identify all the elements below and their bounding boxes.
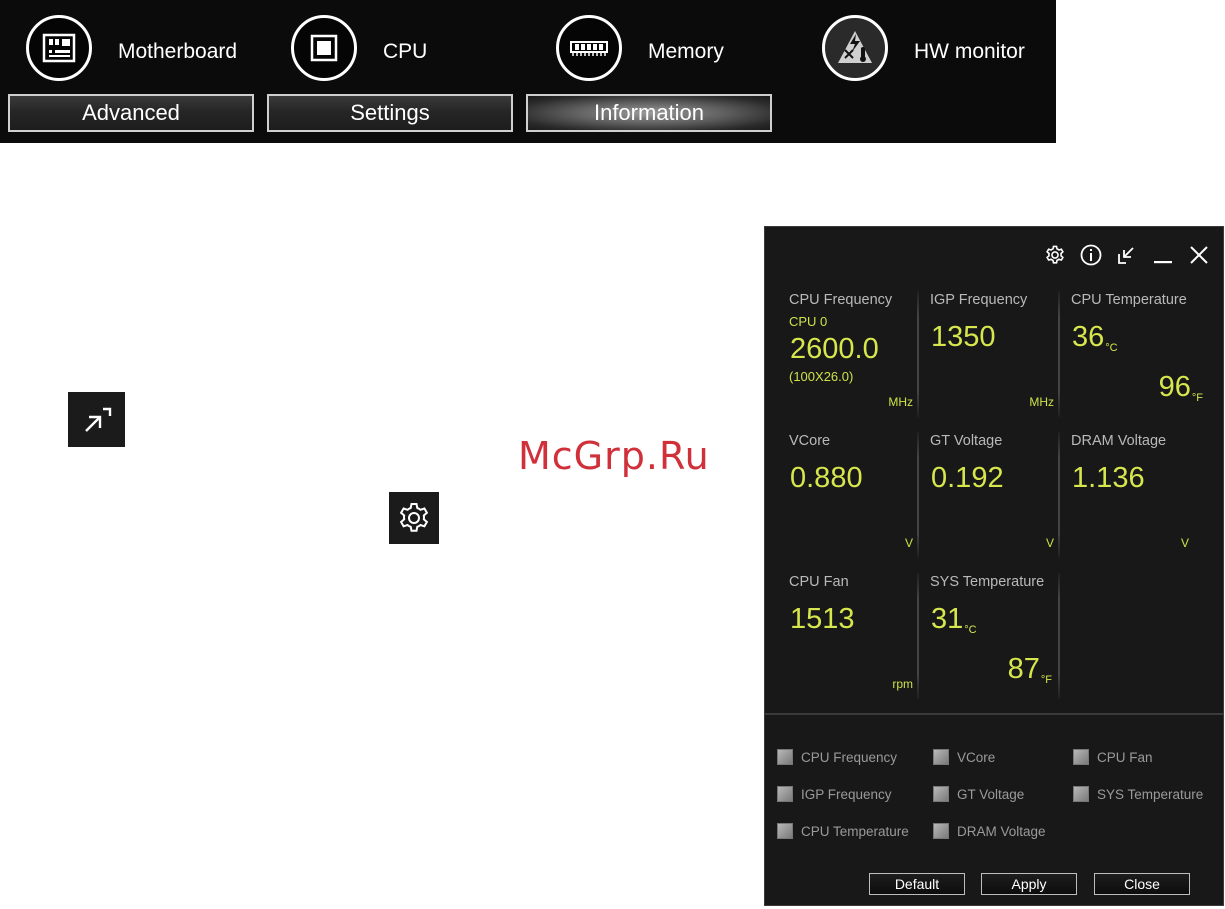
checkbox-box[interactable]: [777, 823, 793, 839]
close-icon[interactable]: [1187, 243, 1211, 267]
minimize-icon[interactable]: [1151, 243, 1175, 267]
reading-unit: V: [904, 536, 913, 550]
nav-label-memory: Memory: [648, 40, 724, 63]
reading-value: 0.192: [931, 462, 1004, 494]
checkbox-box[interactable]: [1073, 786, 1089, 802]
motherboard-icon: [26, 15, 92, 81]
reading-label: VCore: [789, 433, 831, 449]
gear-icon: [389, 492, 439, 544]
reading-unit-fahrenheit: °F: [1040, 674, 1052, 686]
reading-cpu-frequency: CPU Frequency CPU 0 2600.0 (100X26.0) MH…: [779, 283, 919, 423]
watermark: McGrp.Ru: [518, 434, 710, 478]
checkbox-box[interactable]: [933, 823, 949, 839]
reading-label: IGP Frequency: [930, 292, 1028, 308]
reading-core-label: CPU 0: [789, 314, 828, 329]
reading-label: GT Voltage: [930, 433, 1003, 449]
reading-label: SYS Temperature: [930, 574, 1045, 590]
apply-button[interactable]: Apply: [981, 873, 1077, 895]
reading-unit: V: [1045, 536, 1054, 550]
reading-unit: V: [1180, 536, 1189, 550]
nav-motherboard[interactable]: Motherboard: [26, 10, 237, 86]
cpu-chip-icon: [291, 15, 357, 81]
checkbox-box[interactable]: [777, 786, 793, 802]
panel-title-icons: [1043, 243, 1211, 267]
reading-value: 1.136: [1072, 462, 1145, 494]
gear-icon[interactable]: [1043, 243, 1067, 267]
hw-monitor-icon: [822, 15, 888, 81]
reading-value-fahrenheit: 87°F: [1007, 653, 1052, 686]
nav-memory[interactable]: Memory: [556, 10, 724, 86]
checkbox-cpu-frequency[interactable]: CPU Frequency: [777, 749, 897, 765]
nav-hw-monitor[interactable]: HW monitor: [822, 10, 1025, 86]
checkbox-vcore[interactable]: VCore: [933, 749, 995, 765]
restore-down-icon[interactable]: [1115, 243, 1139, 267]
checkbox-igp-frequency[interactable]: IGP Frequency: [777, 786, 892, 802]
reading-vcore: VCore 0.880 V: [779, 424, 919, 564]
memory-module-icon: [556, 15, 622, 81]
reading-igp-frequency: IGP Frequency 1350 MHz: [920, 283, 1060, 423]
restore-window-icon: [68, 392, 125, 447]
checkbox-box[interactable]: [933, 786, 949, 802]
reading-multiplier: (100X26.0): [789, 369, 854, 384]
reading-unit-celsius: °C: [964, 624, 977, 636]
default-button[interactable]: Default: [869, 873, 965, 895]
tab-advanced[interactable]: Advanced: [8, 94, 254, 132]
reading-label: DRAM Voltage: [1071, 433, 1167, 449]
reading-label: CPU Fan: [789, 574, 849, 590]
checkbox-gt-voltage[interactable]: GT Voltage: [933, 786, 1024, 802]
reading-unit-fahrenheit: °F: [1191, 392, 1203, 404]
reading-value-celsius: 31°C: [931, 603, 977, 636]
tab-information[interactable]: Information: [526, 94, 772, 132]
checkbox-box[interactable]: [777, 749, 793, 765]
reading-value-celsius: 36°C: [1072, 321, 1118, 354]
checkbox-cpu-temperature[interactable]: CPU Temperature: [777, 823, 909, 839]
checkbox-sys-temperature[interactable]: SYS Temperature: [1073, 786, 1203, 802]
hw-monitor-panel: CPU Frequency CPU 0 2600.0 (100X26.0) MH…: [764, 226, 1224, 906]
readings-grid: CPU Frequency CPU 0 2600.0 (100X26.0) MH…: [779, 283, 1211, 713]
reading-unit: MHz: [888, 395, 913, 409]
reading-value-fahrenheit: 96°F: [1158, 371, 1203, 404]
checkbox-dram-voltage[interactable]: DRAM Voltage: [933, 823, 1046, 839]
display-items-checklist: CPU Frequency VCore CPU Fan IGP Frequenc…: [777, 749, 1217, 869]
checkbox-cpu-fan[interactable]: CPU Fan: [1073, 749, 1153, 765]
reading-value: 1513: [790, 603, 855, 635]
reading-label: CPU Frequency: [789, 292, 893, 308]
reading-sys-temperature: SYS Temperature 31°C 87°F: [920, 565, 1060, 705]
reading-value: 2600.0: [790, 333, 879, 365]
tab-settings[interactable]: Settings: [267, 94, 513, 132]
reading-cpu-temperature: CPU Temperature 36°C 96°F: [1061, 283, 1211, 423]
close-button[interactable]: Close: [1094, 873, 1190, 895]
reading-dram-voltage: DRAM Voltage 1.136 V: [1061, 424, 1211, 564]
reading-gt-voltage: GT Voltage 0.192 V: [920, 424, 1060, 564]
info-icon[interactable]: [1079, 243, 1103, 267]
panel-divider: [765, 713, 1223, 715]
top-navigation-bar: Motherboard CPU Memory HW monitor Advanc…: [0, 0, 1056, 143]
checkbox-box[interactable]: [933, 749, 949, 765]
nav-cpu[interactable]: CPU: [291, 10, 427, 86]
reading-label: CPU Temperature: [1071, 292, 1187, 308]
reading-cpu-fan: CPU Fan 1513 rpm: [779, 565, 919, 705]
reading-unit: rpm: [892, 677, 913, 691]
reading-unit-celsius: °C: [1105, 342, 1118, 354]
nav-label-cpu: CPU: [383, 40, 428, 63]
checkbox-box[interactable]: [1073, 749, 1089, 765]
reading-value: 0.880: [790, 462, 863, 494]
reading-value: 1350: [931, 321, 996, 353]
nav-label-hw-monitor: HW monitor: [914, 40, 1025, 63]
nav-label-motherboard: Motherboard: [118, 40, 238, 63]
reading-unit: MHz: [1029, 395, 1054, 409]
